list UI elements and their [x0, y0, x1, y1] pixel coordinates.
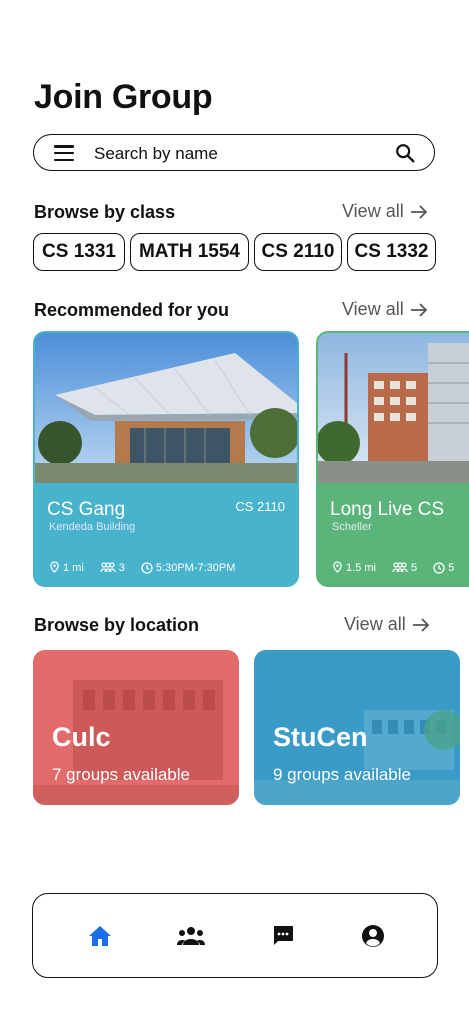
building-photo: [35, 333, 297, 483]
bottom-nav: [32, 893, 438, 978]
location-card-stucen[interactable]: StuCen 9 groups available: [254, 650, 460, 805]
browse-by-location-title: Browse by location: [34, 615, 200, 635]
view-all-label: View all: [344, 614, 406, 634]
browse-by-class-title: Browse by class: [34, 202, 176, 222]
group-card-cs-gang[interactable]: CS Gang Kendeda Building CS 2110 1 mi 3 …: [33, 331, 299, 587]
members-icon: [392, 562, 408, 573]
recommended-title: Recommended for you: [34, 300, 230, 320]
clock-icon: [141, 561, 153, 574]
group-name: Long Live CS: [330, 499, 445, 520]
class-chip-cs1331[interactable]: CS 1331: [33, 233, 125, 271]
group-name: CS Gang: [47, 499, 126, 520]
group-members: 5: [410, 561, 418, 574]
group-meta: 1 mi 3 5:30PM-7:30PM: [49, 561, 251, 574]
recommended-view-all-link[interactable]: View all: [342, 299, 428, 320]
location-pin-icon: [50, 561, 59, 573]
members-icon: [100, 562, 116, 573]
group-distance: 1.5 mi: [346, 561, 376, 574]
class-chip-cs2110[interactable]: CS 2110: [254, 233, 342, 271]
class-chip-cs1332[interactable]: CS 1332: [347, 233, 436, 271]
chat-icon[interactable]: [271, 924, 295, 948]
profile-icon[interactable]: [361, 924, 385, 948]
location-name: StuCen: [273, 722, 368, 752]
location-name: Culc: [52, 722, 111, 752]
search-bar[interactable]: Search by name: [33, 134, 435, 171]
location-card-culc[interactable]: Culc 7 groups available: [33, 650, 239, 805]
home-icon[interactable]: [87, 924, 113, 948]
view-all-label: View all: [342, 201, 404, 221]
group-time: 5:30PM-7:30PM: [155, 561, 236, 574]
arrow-right-icon: [410, 204, 427, 219]
group-distance: 1 mi: [63, 561, 84, 574]
group-card-long-live-cs[interactable]: Long Live CS Scheller 1.5 mi 5 5: [316, 331, 469, 587]
search-icon[interactable]: [394, 142, 416, 164]
arrow-right-icon: [412, 617, 429, 632]
view-all-label: View all: [342, 299, 404, 319]
menu-icon[interactable]: [54, 145, 74, 162]
group-members: 3: [118, 561, 125, 574]
group-class: CS 2110: [235, 499, 285, 514]
page-title: Join Group: [34, 78, 213, 116]
groups-icon[interactable]: [177, 926, 205, 946]
class-chip-math1554[interactable]: MATH 1554: [130, 233, 249, 271]
group-meta: 1.5 mi 5 5: [332, 561, 469, 574]
building-photo: [318, 333, 469, 483]
clock-icon: [433, 561, 445, 574]
location-view-all-link[interactable]: View all: [344, 614, 430, 635]
location-group-count: 7 groups available: [52, 765, 190, 784]
group-time: 5: [448, 561, 455, 574]
location-group-count: 9 groups available: [273, 765, 411, 784]
arrow-right-icon: [410, 302, 427, 317]
class-view-all-link[interactable]: View all: [342, 201, 428, 222]
group-location: Scheller: [332, 521, 372, 533]
location-pin-icon: [333, 561, 342, 573]
group-location: Kendeda Building: [49, 521, 136, 533]
search-input[interactable]: Search by name: [94, 144, 218, 164]
